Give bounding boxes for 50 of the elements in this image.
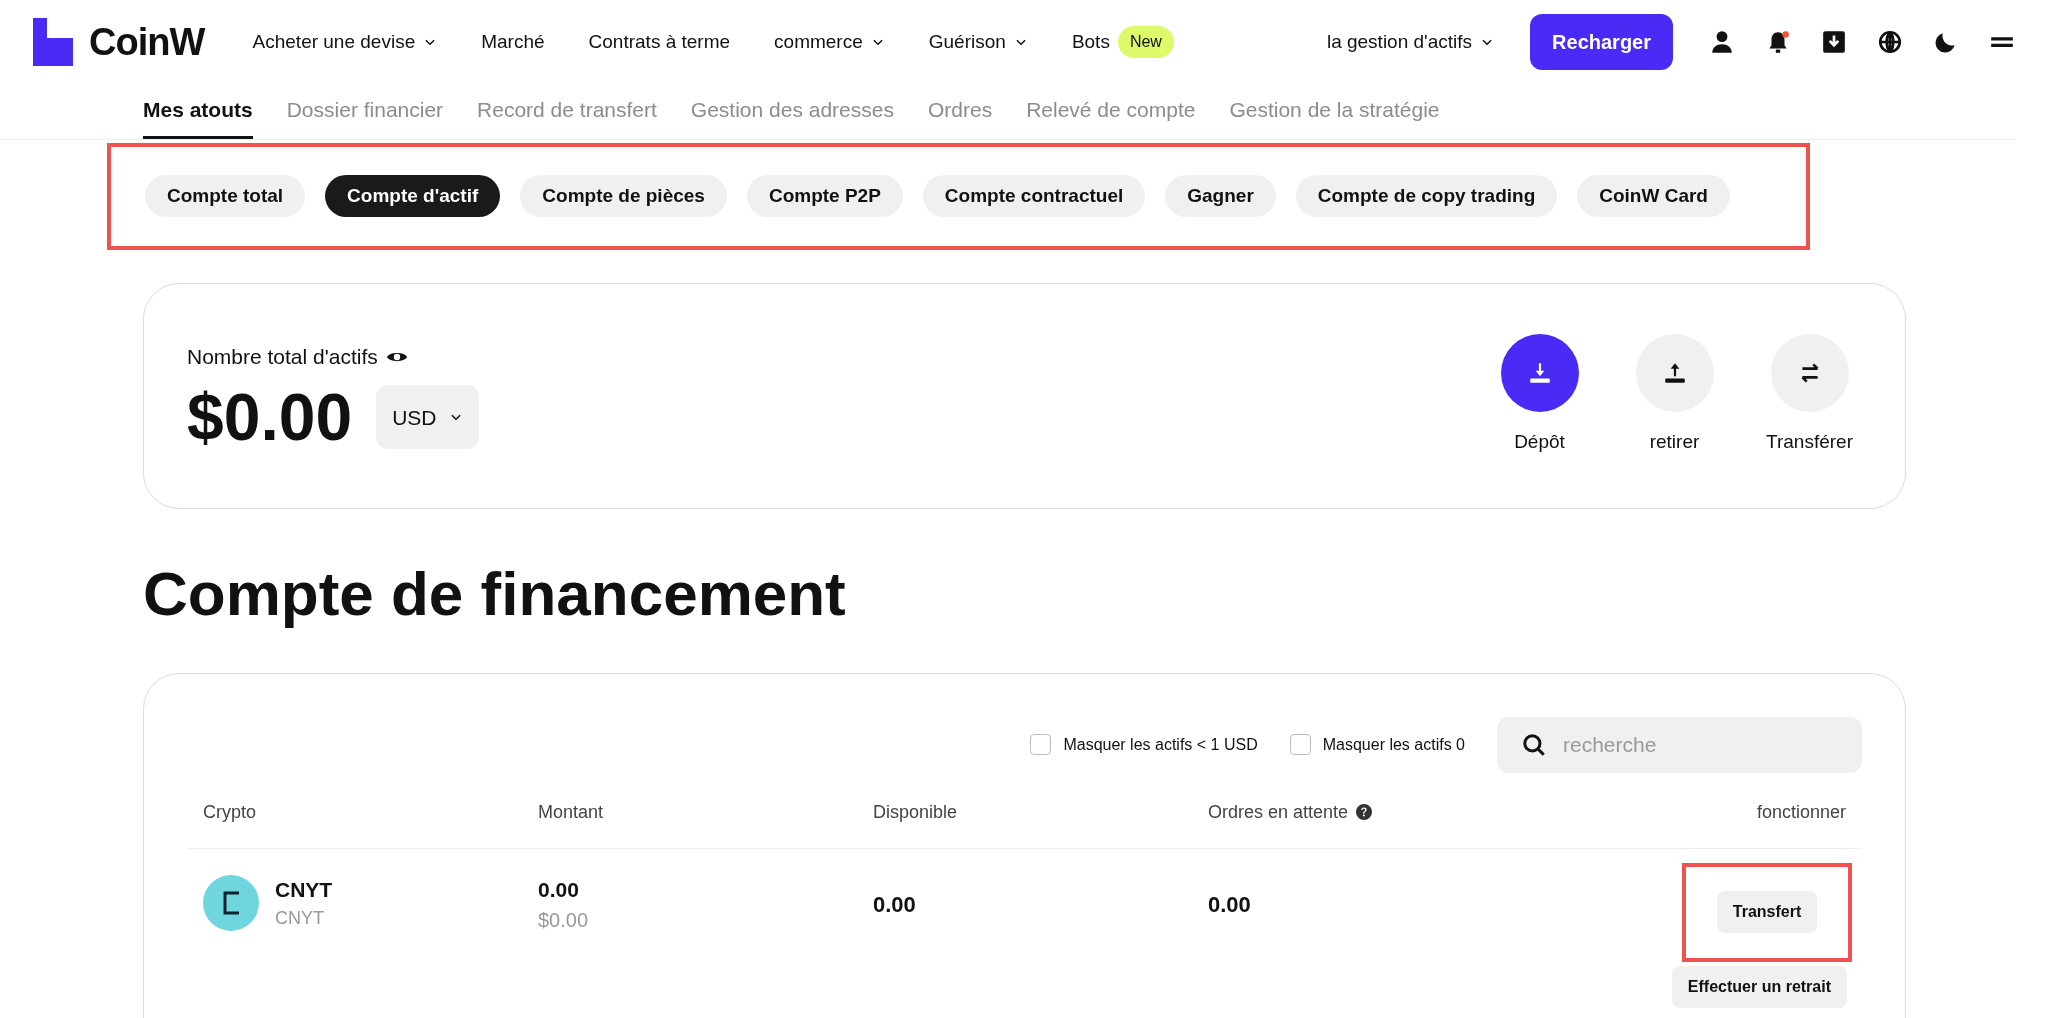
action-button[interactable]: retirer <box>1627 334 1722 457</box>
transfer-button[interactable]: Transfert <box>1716 891 1818 933</box>
search-icon <box>1521 731 1547 758</box>
nav-item[interactable]: Bots New <box>1071 26 1174 58</box>
account-tab[interactable]: Compte de copy trading <box>1295 175 1558 217</box>
column-header: Disponible <box>873 800 958 824</box>
asset-management-menu[interactable]: la gestion d'actifs <box>1326 27 1495 57</box>
recharge-button[interactable]: Recharger <box>1530 14 1673 70</box>
total-amount: $0.00 <box>187 384 353 451</box>
action-button[interactable]: Dépôt <box>1492 334 1587 457</box>
account-tab[interactable]: Compte P2P <box>746 175 903 217</box>
total-assets-label: Nombre total d'actifs <box>187 343 378 370</box>
account-tab[interactable]: Compte de pièces <box>520 175 727 217</box>
coin-icon <box>203 874 259 931</box>
logo-text: CoinW <box>89 19 205 65</box>
nav-item[interactable]: Contrats à terme <box>588 27 731 57</box>
nav-item[interactable]: Marché <box>481 27 545 57</box>
logo-mark-icon <box>33 18 73 66</box>
amount-cell-text: 0.00 <box>538 876 580 903</box>
nav-item[interactable]: Acheter une devise <box>252 27 438 57</box>
download-icon[interactable] <box>1821 29 1847 55</box>
account-tab[interactable]: Compte total <box>145 175 306 217</box>
nav-item[interactable]: commerce <box>774 27 885 57</box>
subtab[interactable]: Mes atouts <box>143 90 253 139</box>
column-header: Montant <box>538 800 604 824</box>
new-badge: New <box>1117 26 1174 58</box>
checkbox[interactable] <box>1289 734 1311 755</box>
action-button[interactable]: Transférer <box>1762 334 1857 457</box>
account-tab[interactable]: Compte contractuel <box>922 175 1146 217</box>
account-tab[interactable]: Compte d'actif <box>325 175 501 217</box>
withdraw-button[interactable]: Effectuer un retrait <box>1671 965 1847 1008</box>
column-header: Ordres en attente <box>1208 800 1349 824</box>
coin-symbol: CNYT <box>275 876 333 903</box>
account-tab[interactable]: CoinW Card <box>1577 175 1730 217</box>
filter-label: Masquer les actifs 0 <box>1322 734 1465 755</box>
column-header: fonctionner <box>1756 800 1846 824</box>
help-icon <box>1356 804 1373 820</box>
account-tab[interactable]: Gagner <box>1165 175 1276 217</box>
user-icon[interactable] <box>1709 29 1735 55</box>
available-cell-text: 0.00 <box>873 890 917 919</box>
pending-cell-text: 0.00 <box>1208 890 1252 919</box>
column-header: Crypto <box>203 800 256 824</box>
coin-name: CNYT <box>275 907 325 930</box>
amount-usd-cell-text: $0.00 <box>538 908 590 933</box>
currency-select[interactable]: USD <box>376 385 479 450</box>
search-field[interactable]: recherche <box>1497 716 1862 773</box>
checkbox[interactable] <box>1030 734 1052 755</box>
globe-icon[interactable] <box>1877 29 1903 55</box>
nav-item[interactable]: Guérison <box>928 27 1028 57</box>
filter-label: Masquer les actifs < 1 USD <box>1063 734 1258 755</box>
